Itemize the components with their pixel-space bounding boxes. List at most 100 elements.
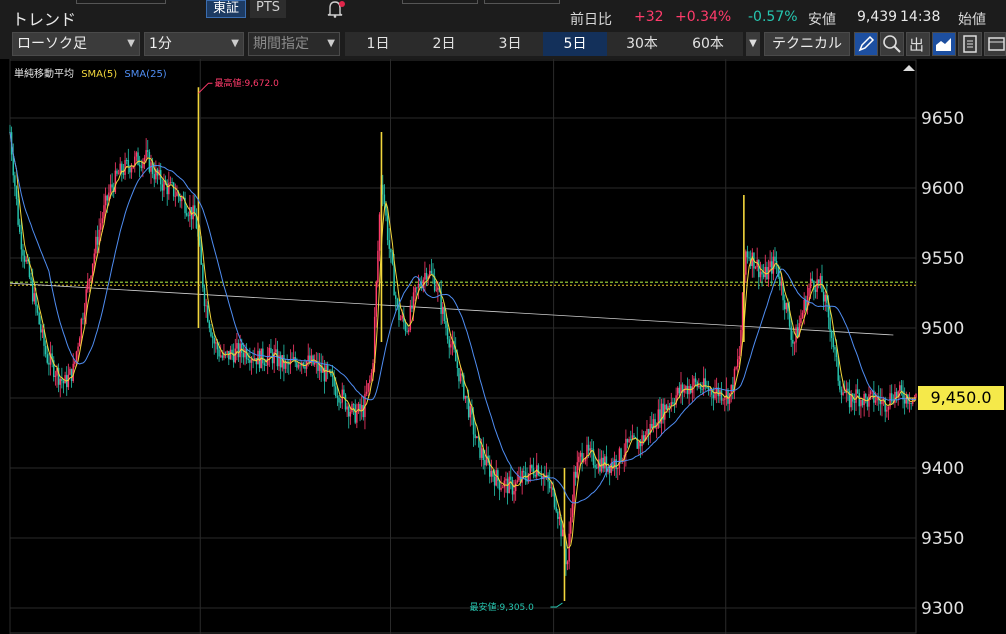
candle-body bbox=[203, 287, 206, 306]
candle-body bbox=[296, 362, 298, 368]
range-tab-1d[interactable]: 1日 bbox=[345, 32, 411, 56]
note-icon[interactable] bbox=[958, 32, 982, 56]
range-more-button[interactable]: ▼ bbox=[746, 32, 760, 56]
range-tab-5d[interactable]: 5日 bbox=[543, 32, 607, 56]
candle-body bbox=[459, 373, 462, 382]
candle-body bbox=[207, 305, 209, 322]
range-tab-30[interactable]: 30本 bbox=[609, 32, 675, 56]
candle-body bbox=[830, 330, 833, 339]
candle-body bbox=[724, 398, 726, 400]
candle-body bbox=[874, 400, 877, 403]
low-pct: -0.57% bbox=[748, 9, 798, 25]
pencil-icon[interactable] bbox=[854, 32, 878, 56]
layout-icon[interactable] bbox=[984, 32, 1006, 56]
candle-body bbox=[698, 385, 700, 387]
candle-body bbox=[655, 427, 658, 429]
candle-body bbox=[900, 385, 903, 391]
candle-body bbox=[382, 184, 384, 195]
range-tab-60[interactable]: 60本 bbox=[675, 32, 741, 56]
candle-body bbox=[25, 259, 27, 262]
candle-body bbox=[168, 183, 170, 195]
candle-body bbox=[237, 343, 240, 358]
candle-body bbox=[832, 338, 835, 348]
candle-body bbox=[404, 322, 407, 332]
candle-body bbox=[106, 195, 108, 201]
range-tab-2d[interactable]: 2日 bbox=[411, 32, 477, 56]
candle-body bbox=[699, 385, 702, 390]
candle-body bbox=[211, 336, 214, 338]
candle-body bbox=[910, 402, 912, 404]
candle-body bbox=[96, 236, 99, 245]
candle-body bbox=[313, 362, 316, 365]
chevron-down-icon: ▼ bbox=[127, 38, 135, 49]
candle-body bbox=[735, 367, 737, 369]
legend-sma-label: 単純移動平均 bbox=[14, 69, 74, 80]
candle-body bbox=[529, 465, 531, 474]
candle-body bbox=[241, 343, 243, 353]
candle-body bbox=[70, 368, 73, 382]
candle-body bbox=[297, 364, 300, 368]
candle-body bbox=[356, 411, 358, 423]
candle-body bbox=[419, 283, 421, 287]
candle-body bbox=[847, 388, 849, 392]
tab-tosho[interactable]: 東証 bbox=[206, 0, 247, 18]
price-chart[interactable]: 93009350940094509500955096009650最高値:9,67… bbox=[0, 59, 1006, 634]
candle-body bbox=[62, 381, 65, 384]
period-select[interactable]: 期間指定 ▼ bbox=[248, 32, 340, 56]
candle-body bbox=[437, 287, 439, 290]
candle-body bbox=[406, 331, 408, 332]
range-tab-3d[interactable]: 3日 bbox=[477, 32, 543, 56]
tab-pts[interactable]: PTS bbox=[250, 0, 287, 18]
chart-type-select[interactable]: ローソク足 ▼ bbox=[12, 32, 140, 56]
candle-body bbox=[824, 294, 826, 302]
bell-icon[interactable] bbox=[322, 0, 348, 18]
candle-body bbox=[814, 289, 817, 292]
candle-body bbox=[103, 205, 105, 219]
candle-body bbox=[122, 173, 125, 175]
candle-body bbox=[573, 471, 575, 505]
candle-body bbox=[20, 231, 23, 250]
candle-body bbox=[200, 244, 202, 265]
top-ghost-box bbox=[484, 0, 560, 4]
candle-body bbox=[495, 470, 497, 486]
candle-body bbox=[208, 321, 211, 329]
candle-body bbox=[18, 224, 21, 232]
candle-body bbox=[41, 329, 44, 333]
candle-body bbox=[480, 448, 483, 458]
candle-body bbox=[135, 152, 138, 157]
candle-body bbox=[15, 186, 18, 200]
chart-legend: 単純移動平均 SMA(5) SMA(25) bbox=[14, 65, 171, 80]
candle-body bbox=[383, 194, 386, 205]
zoom-icon[interactable] bbox=[880, 32, 904, 56]
candle-body bbox=[858, 393, 861, 407]
candle-body bbox=[565, 548, 567, 565]
svg-text:出: 出 bbox=[909, 36, 924, 54]
candle-body bbox=[500, 487, 502, 490]
output-icon[interactable]: 出 bbox=[906, 32, 930, 56]
candle-body bbox=[558, 516, 561, 519]
candle-body bbox=[399, 318, 402, 320]
candle-body bbox=[130, 168, 133, 173]
candle-body bbox=[390, 248, 392, 253]
candle-body bbox=[816, 279, 818, 292]
candle-body bbox=[532, 468, 535, 475]
candle-body bbox=[250, 359, 253, 363]
candle-body bbox=[861, 399, 864, 406]
interval-select[interactable]: 1分 ▼ bbox=[144, 32, 244, 56]
chart-canvas[interactable]: 93009350940094509500955096009650最高値:9,67… bbox=[0, 59, 1006, 634]
candle-body bbox=[161, 184, 164, 191]
area-chart-icon[interactable] bbox=[932, 32, 956, 56]
candle-body bbox=[657, 409, 660, 428]
y-tick-label: 9300 bbox=[921, 599, 964, 619]
candle-body bbox=[915, 393, 917, 398]
y-tick-label: 9500 bbox=[921, 319, 964, 339]
candle-body bbox=[375, 282, 378, 317]
candle-body bbox=[537, 465, 540, 475]
candle-body bbox=[82, 318, 84, 320]
candle-body bbox=[555, 507, 557, 512]
top-ghost-box bbox=[76, 0, 166, 4]
candle-body bbox=[44, 345, 47, 355]
candle-body bbox=[524, 472, 527, 479]
candle-body bbox=[651, 423, 653, 429]
technical-button[interactable]: テクニカル bbox=[764, 32, 850, 56]
